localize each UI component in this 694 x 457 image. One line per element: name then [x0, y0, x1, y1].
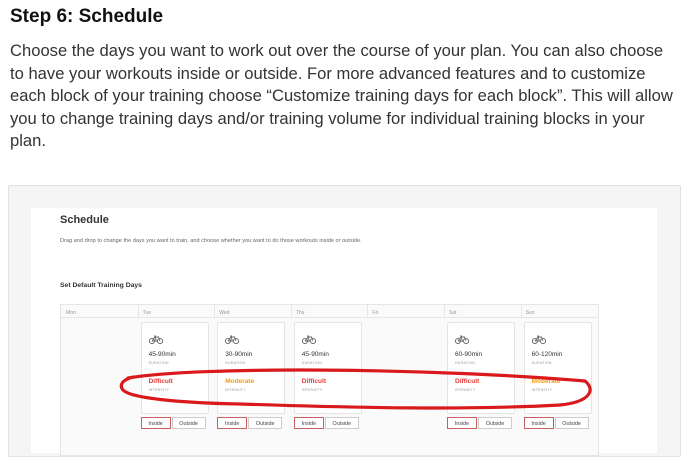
intensity-label: INTENSITY [301, 388, 323, 392]
workout-card[interactable]: 45-90min DURATION Difficult INTENSITY [140, 322, 209, 414]
inside-outside-toggle: Inside Outside [447, 417, 513, 430]
outside-button[interactable]: Outside [554, 417, 589, 429]
bicycle-icon [148, 331, 163, 345]
day-header-divider [214, 305, 216, 317]
day-column-sat: Sat 60-90min DURATION Difficult INTENSITY Ins… [444, 305, 516, 455]
day-column-sun: Sun 60-120min DURATION Moderate INTENSITY Ins… [520, 305, 593, 455]
outside-button[interactable]: Outside [478, 417, 512, 429]
day-header: Fri [372, 310, 379, 316]
inside-button[interactable]: Inside [293, 417, 324, 429]
day-column-tue: Tue 45-90min DURATION Difficult INTENSITY Ins… [137, 305, 210, 455]
day-column-thu: Thu 45-90min DURATION Difficult INTENSITY Ins… [290, 305, 363, 455]
intensity-value: Moderate [225, 378, 255, 385]
duration-value: 30-90min [225, 351, 253, 358]
day-header: Tue [142, 310, 152, 316]
outside-button[interactable]: Outside [248, 417, 283, 429]
intensity-label: INTENSITY [225, 388, 246, 392]
day-header: Wed [219, 310, 230, 316]
day-header: Thu [295, 310, 305, 316]
outside-button[interactable]: Outside [171, 417, 206, 429]
inside-outside-toggle: Inside Outside [217, 417, 283, 430]
duration-value: 45-90min [301, 351, 329, 358]
intensity-label: INTENSITY [531, 388, 553, 392]
day-header: Sat [449, 310, 457, 316]
day-header: Sun [525, 310, 535, 316]
duration-label: DURATION [148, 361, 169, 365]
step-title: Step 6: Schedule [10, 6, 164, 27]
duration-label: DURATION [225, 361, 246, 365]
inside-outside-toggle: Inside Outside [293, 417, 360, 430]
bicycle-icon [225, 331, 240, 345]
intensity-value: Difficult [301, 378, 326, 385]
workout-card[interactable]: 60-120min DURATION Moderate INTENSITY [523, 322, 592, 414]
duration-value: 45-90min [148, 351, 176, 358]
inside-button[interactable]: Inside [140, 417, 171, 429]
schedule-card: Schedule Drag and drop to change the day… [31, 208, 657, 456]
inside-button[interactable]: Inside [217, 417, 248, 429]
bicycle-icon [454, 331, 470, 345]
workout-card[interactable]: 45-90min DURATION Difficult INTENSITY [293, 322, 362, 414]
day-header-divider [367, 305, 369, 317]
inside-outside-toggle: Inside Outside [140, 417, 207, 430]
day-header-divider [137, 305, 139, 317]
day-header-divider [444, 305, 445, 317]
day-header-divider [290, 305, 292, 317]
duration-label: DURATION [531, 361, 552, 365]
duration-value: 60-90min [455, 351, 483, 358]
intensity-value: Difficult [455, 378, 480, 385]
bicycle-icon [531, 331, 546, 345]
day-column-fri: Fri [367, 305, 439, 455]
intensity-label: INTENSITY [455, 388, 476, 392]
outside-button[interactable]: Outside [324, 417, 359, 429]
default-training-days-title: Set Default Training Days [60, 282, 142, 289]
schedule-description: Drag and drop to change the days you wan… [60, 238, 362, 244]
intensity-label: INTENSITY [148, 388, 170, 392]
workout-card[interactable]: 60-90min DURATION Difficult INTENSITY [447, 322, 515, 414]
duration-label: DURATION [455, 361, 476, 365]
intensity-value: Moderate [531, 378, 561, 385]
day-column-mon: Mon [61, 305, 133, 455]
schedule-title: Schedule [60, 214, 109, 226]
step-description: Choose the days you want to work out ove… [10, 41, 673, 150]
duration-label: DURATION [301, 361, 322, 365]
intensity-value: Difficult [148, 378, 173, 385]
workout-card[interactable]: 30-90min DURATION Moderate INTENSITY [217, 322, 286, 414]
inside-outside-toggle: Inside Outside [523, 417, 590, 430]
day-header: Mon [66, 310, 76, 316]
day-column-wed: Wed 30-90min DURATION Moderate INTENSITY Insi… [214, 305, 286, 455]
duration-value: 60-120min [531, 351, 563, 358]
day-header-divider [520, 305, 522, 317]
bicycle-icon [301, 331, 316, 345]
inside-button[interactable]: Inside [523, 417, 554, 429]
training-days-grid: Mon Tue 45-90min DURATION Difficult INTENSITY… [60, 304, 599, 456]
inside-button[interactable]: Inside [447, 417, 477, 429]
